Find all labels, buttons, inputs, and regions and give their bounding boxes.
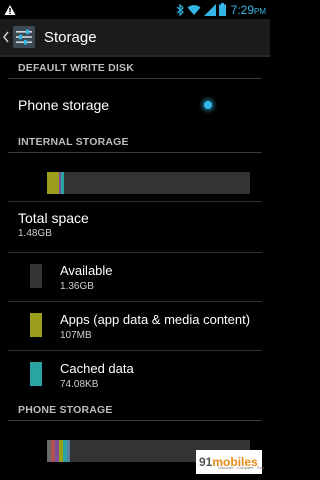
apps-color-swatch [30,313,42,337]
action-bar: Storage [0,19,270,57]
storage-item-cached[interactable]: Cached data 74.08KB [0,351,270,399]
warning-icon [4,4,16,15]
status-bar: 7:29PM [0,0,270,19]
storage-item-label: Available [60,263,113,278]
total-space-row: Total space 1.48GB [0,202,270,252]
bluetooth-icon [176,3,184,16]
phone-storage-option[interactable]: Phone storage [0,79,270,131]
status-time: 7:29PM [230,2,266,17]
storage-item-apps[interactable]: Apps (app data & media content) 107MB [0,302,270,350]
wifi-icon [187,4,201,15]
usage-segment-apps [47,172,59,194]
section-header-phone-storage: PHONE STORAGE [8,399,262,421]
storage-item-label: Apps (app data & media content) [60,312,251,327]
storage-item-label: Cached data [60,361,134,376]
radio-selected-dot [204,101,212,109]
cached-color-swatch [30,362,42,386]
signal-icon [203,3,216,16]
phone-storage-label: Phone storage [18,97,110,113]
storage-item-value: 1.36GB [60,281,94,292]
storage-item-available[interactable]: Available 1.36GB [0,253,270,301]
available-color-swatch [30,264,42,288]
section-header-default-write-disk: DEFAULT WRITE DISK [8,57,262,79]
storage-item-value: 74.08KB [60,379,99,390]
watermark-tagline: Discover · Compare · Buy [218,465,265,470]
settings-sliders-icon[interactable] [12,25,36,49]
storage-settings-list: DEFAULT WRITE DISK Phone storage INTERNA… [0,57,270,469]
back-chevron-icon[interactable] [2,18,10,56]
total-space-label: Total space [18,210,89,226]
usage-segment [67,440,70,462]
usage-segment-cached [61,172,64,194]
phone-storage-radio[interactable] [200,97,216,113]
internal-usage-bar [47,172,250,194]
storage-item-value: 107MB [60,330,92,341]
brand-watermark: 91mobiles Discover · Compare · Buy [196,450,265,474]
page-title: Storage [44,28,97,46]
section-header-internal-storage: INTERNAL STORAGE [8,131,262,153]
internal-usage-row [0,153,270,201]
total-space-value: 1.48GB [18,228,52,239]
battery-icon [218,3,226,16]
